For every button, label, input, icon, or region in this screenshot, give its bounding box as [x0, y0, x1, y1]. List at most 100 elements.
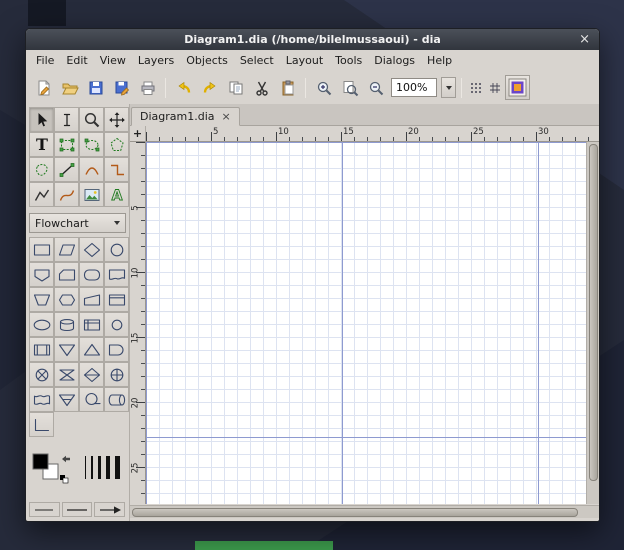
- save-as-button[interactable]: [109, 75, 134, 100]
- zoom-entry[interactable]: 100%: [391, 78, 437, 97]
- polygon-tool-button[interactable]: [104, 132, 129, 157]
- zoom-out-button[interactable]: [363, 75, 388, 100]
- shape-punched-tape[interactable]: [29, 387, 54, 412]
- shape-manual-operation[interactable]: [29, 287, 54, 312]
- menu-help[interactable]: Help: [421, 52, 458, 69]
- shape-sort[interactable]: [79, 362, 104, 387]
- zigzagline-tool-button[interactable]: [104, 157, 129, 182]
- menu-edit[interactable]: Edit: [60, 52, 93, 69]
- scroll-tool-button[interactable]: [104, 107, 129, 132]
- open-button[interactable]: [57, 75, 82, 100]
- titlebar[interactable]: Diagram1.dia (/home/bilelmussaoui) - dia…: [26, 29, 599, 50]
- shape-magnetic-tape[interactable]: [79, 387, 104, 412]
- print-button[interactable]: [135, 75, 160, 100]
- ibeam-icon: [57, 110, 77, 130]
- modify-tool-button[interactable]: [29, 107, 54, 132]
- bezierline-tool-button[interactable]: [54, 182, 79, 207]
- shape-offline-storage[interactable]: [54, 387, 79, 412]
- shape-extract[interactable]: [79, 337, 104, 362]
- magnetic-disk-icon: [56, 316, 78, 334]
- outline-tool-button[interactable]: A: [104, 182, 129, 207]
- shape-magnetic-disk[interactable]: [54, 312, 79, 337]
- begin-arrow-selector[interactable]: [29, 502, 60, 517]
- bezierline-icon: [57, 185, 77, 205]
- shape-or[interactable]: [104, 362, 129, 387]
- vertical-scrollbar[interactable]: [586, 142, 599, 504]
- menu-file[interactable]: File: [30, 52, 60, 69]
- shape-punched-card[interactable]: [54, 262, 79, 287]
- line-icon: [57, 160, 77, 180]
- line-style-selector[interactable]: [62, 502, 93, 517]
- tab-diagram1[interactable]: Diagram1.dia ×: [131, 107, 240, 126]
- shape-predefined-process[interactable]: [29, 337, 54, 362]
- shape-internal-storage[interactable]: [79, 312, 104, 337]
- magnify-tool-button[interactable]: [79, 107, 104, 132]
- horizontal-scrollbar-thumb[interactable]: [132, 508, 578, 517]
- shape-diamond[interactable]: [79, 237, 104, 262]
- color-selector[interactable]: [29, 451, 73, 489]
- shape-merge[interactable]: [54, 337, 79, 362]
- copy-button[interactable]: [223, 75, 248, 100]
- new-diagram-button[interactable]: [31, 75, 56, 100]
- window-close-button[interactable]: ×: [579, 29, 590, 50]
- shape-terminal[interactable]: [79, 262, 104, 287]
- shape-summing-junction[interactable]: [29, 362, 54, 387]
- menu-tools[interactable]: Tools: [329, 52, 368, 69]
- line-width-selector[interactable]: [77, 451, 123, 489]
- color-line-row: [29, 451, 127, 489]
- menu-layout[interactable]: Layout: [280, 52, 329, 69]
- shape-parallelogram[interactable]: [54, 237, 79, 262]
- shape-ellipse[interactable]: [104, 237, 129, 262]
- ellipse-tool-button[interactable]: [79, 132, 104, 157]
- vertical-scrollbar-thumb[interactable]: [589, 144, 598, 481]
- show-grid-toggle[interactable]: [486, 77, 504, 99]
- shape-preparation[interactable]: [54, 287, 79, 312]
- page-boundary-vertical-1: [342, 142, 343, 504]
- defaults-properties-button[interactable]: [505, 75, 530, 100]
- zoom-dropdown-button[interactable]: [441, 77, 456, 98]
- arc-tool-button[interactable]: [79, 157, 104, 182]
- shape-magnetic-drum[interactable]: [104, 387, 129, 412]
- textedit-tool-button[interactable]: [54, 107, 79, 132]
- tab-close-icon[interactable]: ×: [222, 111, 231, 122]
- beziergon-tool-button[interactable]: [29, 157, 54, 182]
- vruler-number: 5: [131, 203, 141, 214]
- redo-button[interactable]: [197, 75, 222, 100]
- image-tool-button[interactable]: [79, 182, 104, 207]
- connector-icon: [106, 316, 128, 334]
- shape-off-page-connector[interactable]: [29, 262, 54, 287]
- delay-icon: [106, 341, 128, 359]
- save-button[interactable]: [83, 75, 108, 100]
- zoom-fit-button[interactable]: [337, 75, 362, 100]
- preparation-icon: [56, 291, 78, 309]
- box-tool-button[interactable]: [54, 132, 79, 157]
- polyline-tool-button[interactable]: [29, 182, 54, 207]
- menu-select[interactable]: Select: [234, 52, 280, 69]
- shape-connector[interactable]: [104, 312, 129, 337]
- menu-layers[interactable]: Layers: [132, 52, 180, 69]
- shape-start-end[interactable]: [29, 312, 54, 337]
- undo-button[interactable]: [171, 75, 196, 100]
- menu-view[interactable]: View: [94, 52, 132, 69]
- shape-transaction-file[interactable]: [104, 287, 129, 312]
- shape-delay[interactable]: [104, 337, 129, 362]
- horizontal-scrollbar[interactable]: [130, 505, 599, 518]
- canvas[interactable]: [146, 142, 586, 504]
- snap-to-grid-toggle[interactable]: [467, 77, 485, 99]
- menu-dialogs[interactable]: Dialogs: [368, 52, 421, 69]
- vruler-number: 10: [131, 268, 141, 279]
- shape-transmittal-tape[interactable]: [29, 412, 54, 437]
- menu-objects[interactable]: Objects: [180, 52, 234, 69]
- end-arrow-selector[interactable]: [94, 502, 125, 517]
- line-tool-button[interactable]: [54, 157, 79, 182]
- shape-manual-input[interactable]: [79, 287, 104, 312]
- cut-button[interactable]: [249, 75, 274, 100]
- zoom-in-button[interactable]: [311, 75, 336, 100]
- sheet-selector[interactable]: Flowchart: [29, 213, 126, 233]
- shape-collate[interactable]: [54, 362, 79, 387]
- shape-box[interactable]: [29, 237, 54, 262]
- paste-button[interactable]: [275, 75, 300, 100]
- text-tool-button[interactable]: T: [29, 132, 54, 157]
- canvas-row: 510152025: [130, 142, 599, 504]
- shape-document[interactable]: [104, 262, 129, 287]
